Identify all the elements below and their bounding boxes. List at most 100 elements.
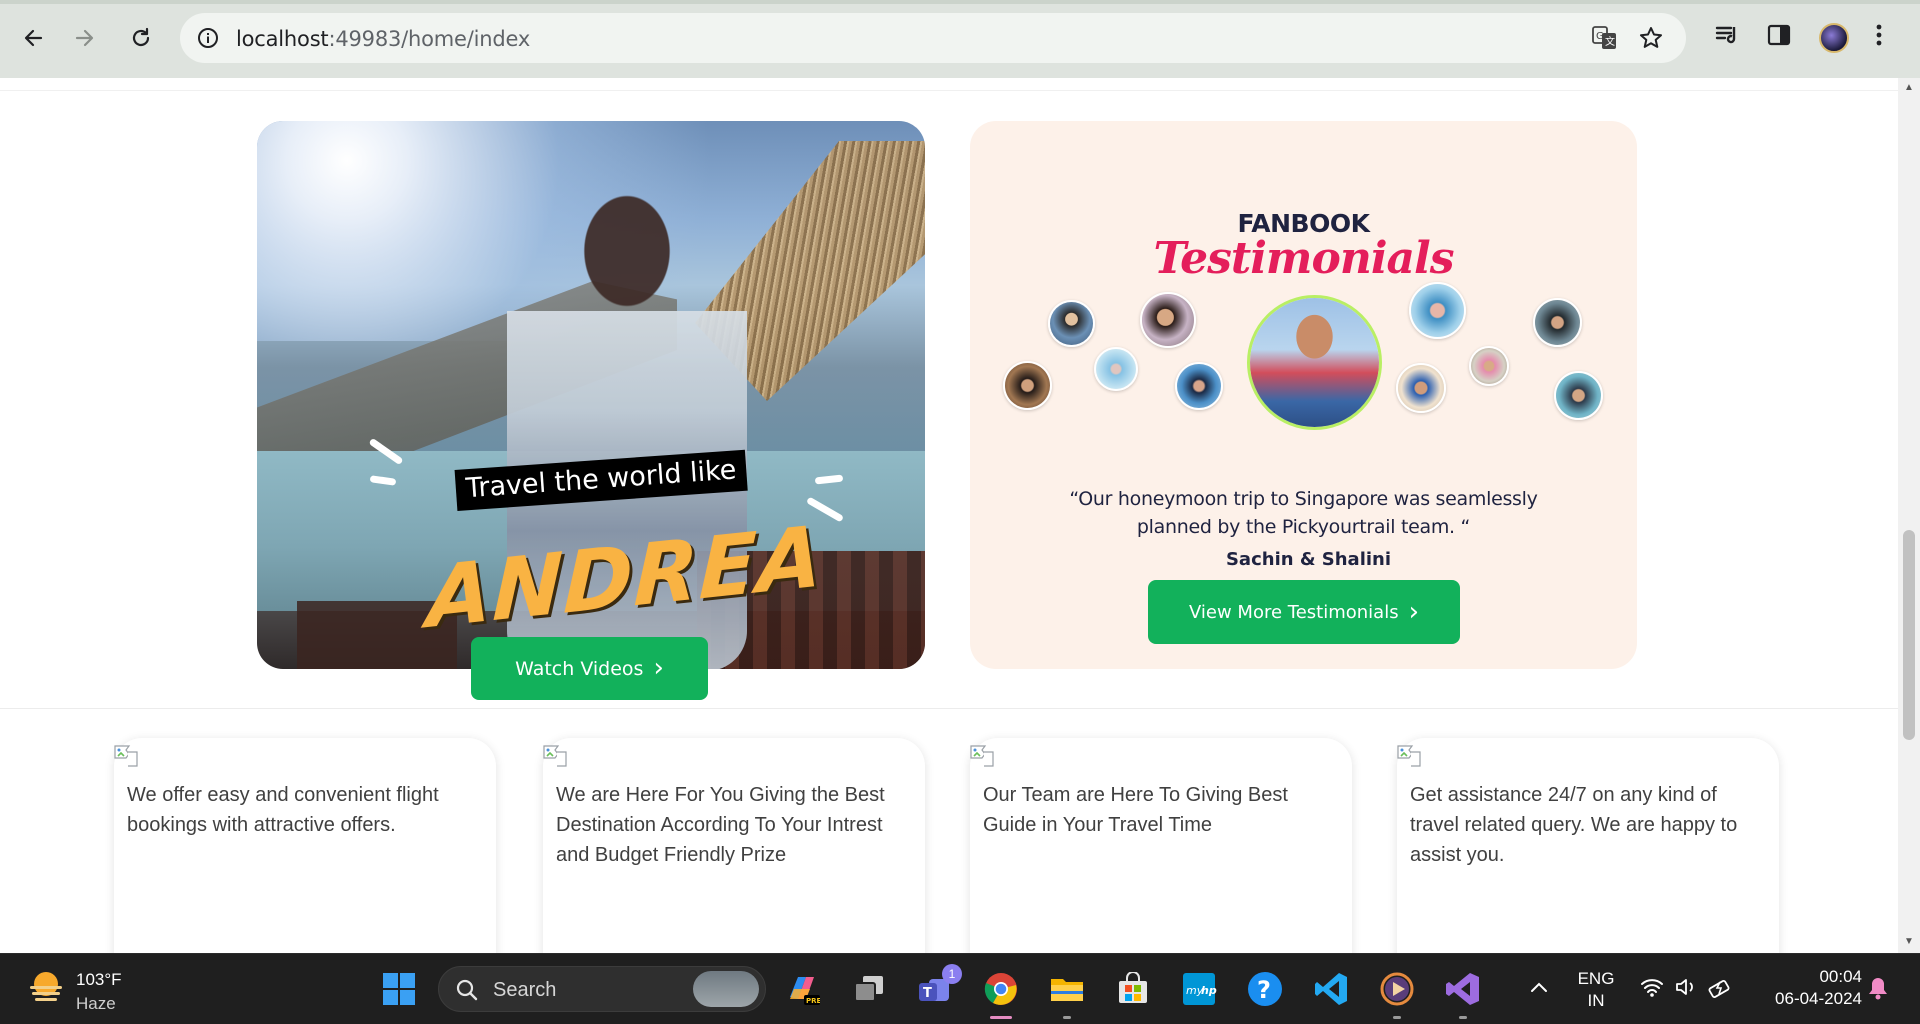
scroll-up-arrow-icon[interactable]: ▲ xyxy=(1904,82,1914,93)
weather-widget[interactable]: 103°F Haze xyxy=(26,968,122,1013)
customer-photo xyxy=(1003,361,1052,410)
scroll-down-arrow-icon[interactable]: ▼ xyxy=(1904,936,1914,947)
feature-card-flights: We offer easy and convenient flight book… xyxy=(114,738,496,953)
address-bar[interactable]: localhost:49983/home/index G文 xyxy=(180,13,1686,63)
wifi-icon[interactable] xyxy=(1640,976,1664,1003)
weather-condition: Haze xyxy=(76,994,116,1013)
scrollbar-thumb[interactable] xyxy=(1903,530,1915,740)
more-menu-icon[interactable] xyxy=(1874,22,1884,53)
task-view[interactable] xyxy=(848,968,890,1010)
vscode-app[interactable] xyxy=(1310,968,1352,1010)
svg-text:文: 文 xyxy=(1605,35,1615,48)
svg-text:T: T xyxy=(923,986,932,1001)
testimonials-heading: Testimonials xyxy=(1153,233,1454,284)
browser-toolbar: localhost:49983/home/index G文 xyxy=(0,0,1920,78)
windows-logo-icon xyxy=(383,973,415,1005)
chevron-right-icon: › xyxy=(653,653,664,683)
visual-studio-app[interactable] xyxy=(1442,968,1484,1010)
feature-card-support: Get assistance 24/7 on any kind of trave… xyxy=(1397,738,1779,953)
url-text[interactable]: localhost:49983/home/index xyxy=(236,27,530,51)
customer-photo xyxy=(1094,347,1138,391)
page-viewport: Travel the world like ANDREA Watch Video… xyxy=(0,78,1898,953)
bookmark-star-icon[interactable] xyxy=(1638,25,1664,56)
customer-photo xyxy=(1396,363,1446,413)
start-button[interactable] xyxy=(378,968,420,1010)
reading-list-icon[interactable] xyxy=(1714,22,1740,53)
get-help-app[interactable]: ? xyxy=(1244,968,1286,1010)
reload-button[interactable] xyxy=(123,20,159,56)
testimonial-quote: “Our honeymoon trip to Singapore was sea… xyxy=(1069,488,1538,538)
feature-card-guide: Our Team are Here To Giving Best Guide i… xyxy=(970,738,1352,953)
media-player-app[interactable] xyxy=(1376,968,1418,1010)
url-host: localhost xyxy=(236,27,329,51)
volume-icon[interactable] xyxy=(1674,976,1698,1003)
customer-photo xyxy=(1469,346,1509,386)
broken-image-icon xyxy=(970,745,994,767)
back-arrow-icon xyxy=(24,29,43,47)
microsoft-store-app[interactable] xyxy=(1112,968,1154,1010)
feature-text: Our Team are Here To Giving Best Guide i… xyxy=(983,784,1288,836)
chevron-right-icon: › xyxy=(1408,596,1419,627)
battery-charging-icon[interactable] xyxy=(1708,976,1734,1003)
file-explorer-app[interactable] xyxy=(1046,968,1088,1010)
side-panel-icon[interactable] xyxy=(1766,22,1792,53)
watch-videos-label: Watch Videos xyxy=(515,657,644,680)
svg-text:?: ? xyxy=(1257,976,1271,1004)
copilot-app[interactable]: PRE xyxy=(781,968,823,1010)
customer-photo xyxy=(1048,300,1095,347)
search-label: Search xyxy=(493,979,557,1001)
feature-text: We are Here For You Giving the Best Dest… xyxy=(556,784,885,866)
running-app-indicator xyxy=(1063,1016,1071,1019)
section-divider xyxy=(0,90,1898,91)
view-more-testimonials-button[interactable]: View More Testimonials › xyxy=(1148,580,1460,644)
search-icon xyxy=(456,979,478,1001)
url-path: :49983/home/index xyxy=(328,27,531,51)
region-code: IN xyxy=(1587,991,1605,1010)
customer-photo xyxy=(1175,362,1223,410)
chrome-icon xyxy=(984,973,1017,1005)
task-view-icon xyxy=(854,976,883,1002)
translate-icon[interactable]: G文 xyxy=(1592,26,1618,55)
customer-photo xyxy=(1140,292,1196,348)
folder-icon xyxy=(1051,979,1083,1001)
testimonial-author: Sachin & Shalini xyxy=(1225,549,1392,570)
copilot-icon: PRE xyxy=(790,977,820,1005)
forward-arrow-icon xyxy=(75,29,94,47)
running-app-indicator xyxy=(1393,1016,1401,1019)
search-highlight-image xyxy=(693,971,759,1007)
customer-photo xyxy=(1409,282,1466,339)
broken-image-icon xyxy=(1397,745,1421,767)
back-button[interactable] xyxy=(15,20,51,56)
view-more-label: View More Testimonials xyxy=(1189,601,1399,623)
chrome-app[interactable] xyxy=(980,968,1022,1010)
teams-notification-badge: 1 xyxy=(942,964,962,984)
teams-app[interactable]: T 1 xyxy=(914,964,962,1010)
visual-studio-icon xyxy=(1446,973,1479,1005)
customer-photo xyxy=(1554,371,1603,420)
running-app-indicator xyxy=(1459,1016,1467,1019)
feature-card-destination: We are Here For You Giving the Best Dest… xyxy=(543,738,925,953)
page-scrollbar[interactable]: ▲ ▼ xyxy=(1898,78,1920,953)
section-divider xyxy=(0,708,1898,709)
svg-text:hp: hp xyxy=(1201,984,1217,997)
clock[interactable]: 00:04 06-04-2024 xyxy=(1752,966,1862,1010)
featured-customer-photo xyxy=(1247,295,1382,430)
language-indicator[interactable]: ENG IN xyxy=(1576,968,1616,1012)
media-player-icon xyxy=(1380,972,1414,1006)
myhp-icon: myhp xyxy=(1183,973,1217,1005)
myhp-app[interactable]: my hp xyxy=(1178,968,1220,1010)
store-icon xyxy=(1119,972,1147,1003)
feature-text: We offer easy and convenient flight book… xyxy=(127,784,439,836)
clock-date: 06-04-2024 xyxy=(1775,989,1862,1008)
windows-taskbar: 103°F Haze Search PRE T 1 my hp ? ENG IN… xyxy=(0,953,1920,1024)
forward-button[interactable] xyxy=(67,20,103,56)
feature-text: Get assistance 24/7 on any kind of trave… xyxy=(1410,784,1738,866)
watch-videos-button[interactable]: Watch Videos › xyxy=(471,637,708,700)
chevron-up-icon[interactable] xyxy=(1528,976,1550,1003)
active-app-indicator xyxy=(990,1016,1012,1019)
site-info-icon[interactable] xyxy=(196,26,220,55)
weather-temperature: 103°F xyxy=(76,970,122,989)
notification-bell-icon[interactable] xyxy=(1866,975,1890,1006)
profile-avatar[interactable] xyxy=(1819,23,1849,53)
taskbar-search[interactable]: Search xyxy=(438,966,766,1012)
